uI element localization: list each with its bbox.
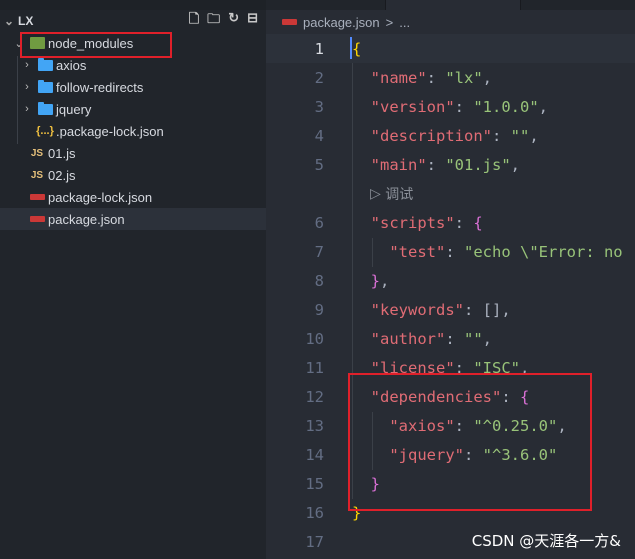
tree-item-label: axios bbox=[56, 57, 87, 73]
line-number: 10 bbox=[305, 329, 324, 348]
folder-icon bbox=[34, 79, 56, 93]
play-icon: ▷ bbox=[370, 185, 386, 202]
tree-item-02-js[interactable]: JS 02.js bbox=[0, 164, 266, 186]
line-number: 4 bbox=[314, 126, 324, 145]
tree-item-package-json[interactable]: package.json bbox=[0, 208, 266, 230]
json-value: [] bbox=[482, 300, 502, 319]
line-number: 9 bbox=[314, 300, 324, 319]
json-icon: {...} bbox=[36, 125, 54, 137]
watermark: CSDN @天涯各一方& bbox=[471, 532, 621, 550]
codelens-label: 调试 bbox=[385, 186, 414, 203]
line-number: 2 bbox=[314, 68, 324, 87]
tree-item-hidden-package-lock[interactable]: {...} .package-lock.json bbox=[0, 120, 266, 142]
code-line: 6 "scripts": { bbox=[266, 208, 635, 237]
json-value: "1.0.0" bbox=[473, 97, 539, 116]
tab[interactable] bbox=[266, 0, 386, 10]
breadcrumb-separator: > bbox=[385, 14, 394, 30]
line-number: 6 bbox=[314, 213, 324, 232]
line-number: 15 bbox=[305, 474, 324, 493]
code-line: 7 "test": "echo \"Error: no bbox=[266, 237, 635, 266]
json-key: "author" bbox=[370, 329, 446, 348]
line-number: 14 bbox=[305, 445, 324, 464]
tree-item-label: 01.js bbox=[48, 145, 76, 161]
line-number: 7 bbox=[314, 242, 324, 261]
line-number: 17 bbox=[305, 532, 324, 551]
editor: package.json > ... 1{ 2 "name": "lx", 3 … bbox=[266, 0, 635, 559]
json-value: "echo \"Error: no bbox=[464, 242, 623, 261]
json-key: "version" bbox=[370, 97, 455, 116]
chevron-down-icon: ⌄ bbox=[4, 14, 15, 28]
code-line: 3 "version": "1.0.0", bbox=[266, 92, 635, 121]
line-number: 12 bbox=[305, 387, 324, 406]
collapse-icon[interactable]: ⊟ bbox=[247, 10, 258, 32]
debug-codelens[interactable]: ▷ 调试 bbox=[266, 179, 635, 208]
code-line: 8 }, bbox=[266, 266, 635, 295]
npm-icon bbox=[282, 19, 297, 25]
breadcrumb: package.json > ... bbox=[266, 10, 635, 34]
npm-icon bbox=[26, 194, 48, 200]
json-value: "lx" bbox=[445, 68, 483, 87]
line-number: 11 bbox=[305, 358, 324, 377]
tree-item-jquery[interactable]: › jquery bbox=[0, 98, 266, 120]
tree-item-label: .package-lock.json bbox=[56, 123, 164, 139]
tree-item-package-lock-json[interactable]: package-lock.json bbox=[0, 186, 266, 208]
js-icon: JS bbox=[30, 147, 44, 159]
tree-item-label: follow-redirects bbox=[56, 79, 144, 95]
breadcrumb-file[interactable]: package.json bbox=[303, 15, 380, 30]
chevron-right-icon: › bbox=[25, 81, 29, 93]
chevron-right-icon: › bbox=[25, 103, 29, 115]
json-key: "name" bbox=[370, 68, 427, 87]
code-line: 2 "name": "lx", bbox=[266, 63, 635, 92]
tree-item-label: package-lock.json bbox=[48, 189, 153, 205]
line-number: 8 bbox=[314, 271, 324, 290]
new-file-icon[interactable]: 🗋 bbox=[189, 10, 199, 32]
json-value: "01.js" bbox=[445, 155, 511, 174]
tree-item-01-js[interactable]: JS 01.js bbox=[0, 142, 266, 164]
json-key: "keywords" bbox=[370, 300, 464, 319]
line-number: 13 bbox=[305, 416, 324, 435]
highlight-box bbox=[20, 32, 172, 58]
tab-bar bbox=[266, 0, 635, 10]
folder-icon bbox=[34, 57, 56, 71]
tab-active[interactable] bbox=[386, 0, 521, 10]
json-value: "" bbox=[464, 329, 483, 348]
new-folder-icon[interactable]: 🗀 bbox=[207, 10, 220, 32]
line-number: 16 bbox=[305, 503, 324, 522]
code-line: 10 "author": "", bbox=[266, 324, 635, 353]
tree-item-label: 02.js bbox=[48, 167, 76, 183]
tree-item-label: package.json bbox=[48, 211, 125, 227]
code-line: 1{ bbox=[266, 34, 635, 63]
json-value: "" bbox=[510, 126, 530, 145]
line-number: 1 bbox=[314, 39, 324, 58]
json-key: "test" bbox=[389, 242, 446, 261]
refresh-icon[interactable]: ↻ bbox=[228, 10, 239, 32]
code-line: 5 "main": "01.js", bbox=[266, 150, 635, 179]
folder-icon bbox=[34, 101, 56, 115]
code-line: 9 "keywords": [], bbox=[266, 295, 635, 324]
json-key: "scripts" bbox=[370, 213, 455, 232]
js-icon: JS bbox=[30, 169, 44, 181]
line-number: 3 bbox=[314, 97, 324, 116]
tree-item-follow-redirects[interactable]: › follow-redirects bbox=[0, 76, 266, 98]
breadcrumb-more[interactable]: ... bbox=[399, 15, 410, 30]
code-line: 4 "description": "", bbox=[266, 121, 635, 150]
sidebar-top-strip bbox=[0, 0, 266, 10]
explorer-header[interactable]: ⌄ LX 🗋 🗀 ↻ ⊟ bbox=[0, 10, 266, 32]
explorer-sidebar: ⌄ LX 🗋 🗀 ↻ ⊟ ⌄ node_modules › axios › fo… bbox=[0, 0, 266, 559]
json-key: "main" bbox=[370, 155, 427, 174]
workspace-title: LX bbox=[18, 14, 34, 28]
highlight-box bbox=[348, 373, 592, 511]
npm-icon bbox=[26, 216, 48, 222]
line-number: 5 bbox=[314, 155, 324, 174]
json-key: "description" bbox=[370, 126, 492, 145]
chevron-right-icon: › bbox=[25, 59, 29, 71]
tree-item-label: jquery bbox=[56, 101, 92, 117]
